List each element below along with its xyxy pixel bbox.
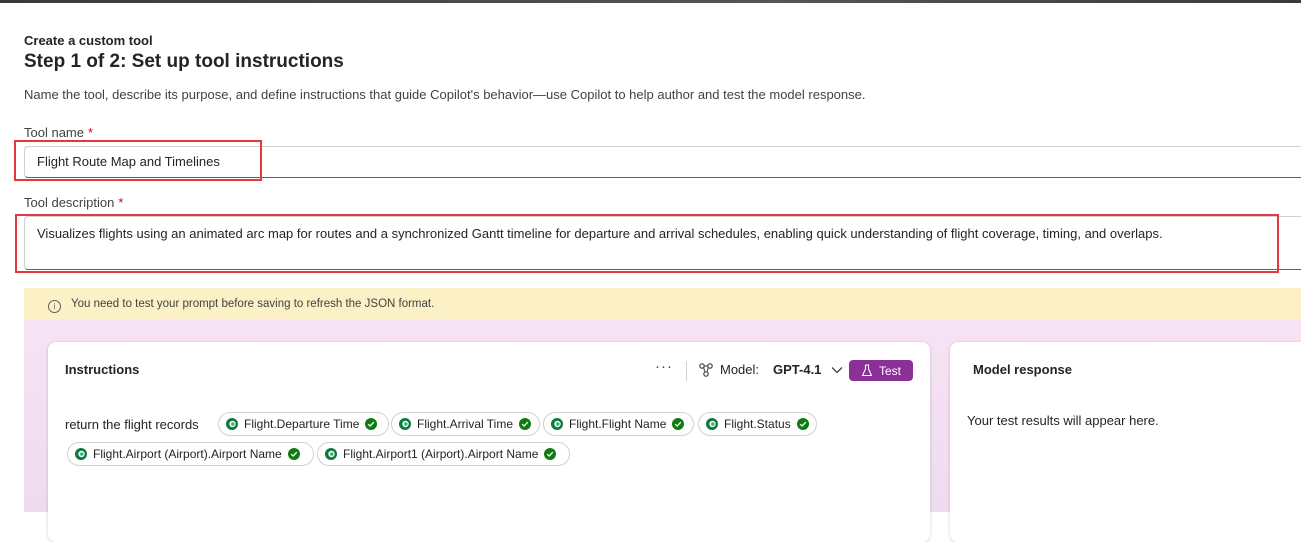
warning-banner: i You need to test your prompt before sav…	[24, 288, 1301, 320]
check-circle-icon	[796, 418, 809, 430]
instructions-title: Instructions	[65, 362, 140, 377]
tool-description-input[interactable]: Visualizes flights using an animated arc…	[24, 216, 1301, 270]
dataverse-icon	[325, 448, 337, 460]
model-response-card: Model response Your test results will ap…	[950, 342, 1301, 542]
model-label: Model:	[720, 362, 760, 377]
flask-icon	[861, 364, 873, 377]
check-circle-icon	[672, 418, 685, 430]
prompt-text[interactable]: return the flight records	[65, 417, 199, 432]
dataverse-icon	[399, 418, 411, 430]
model-response-title: Model response	[973, 362, 1072, 377]
instructions-card: Instructions ··· Model: GPT-4.1 Test ret…	[48, 342, 930, 542]
chip-flight-name[interactable]: Flight.Flight Name	[543, 412, 694, 436]
model-response-placeholder: Your test results will appear here.	[967, 413, 1159, 428]
tool-name-label: Tool name *	[24, 125, 94, 140]
page-subtitle: Create a custom tool	[24, 33, 153, 48]
model-select[interactable]: GPT-4.1	[773, 362, 821, 377]
dataverse-icon	[226, 418, 238, 430]
check-circle-icon	[365, 418, 378, 430]
required-mark: *	[118, 195, 124, 210]
page-description: Name the tool, describe its purpose, and…	[24, 87, 866, 102]
chip-departure-time[interactable]: Flight.Departure Time	[218, 412, 389, 436]
check-circle-icon	[287, 448, 300, 460]
tool-description-label: Tool description *	[24, 195, 124, 210]
required-mark: *	[87, 125, 94, 140]
model-icon[interactable]	[698, 362, 714, 378]
chip-arrival-time[interactable]: Flight.Arrival Time	[391, 412, 540, 436]
chevron-down-icon[interactable]	[830, 363, 844, 377]
top-strip	[0, 0, 1301, 3]
check-circle-icon	[519, 418, 532, 430]
toolbar-divider	[686, 361, 687, 381]
page-title: Step 1 of 2: Set up tool instructions	[24, 51, 344, 72]
dataverse-icon	[706, 418, 718, 430]
test-button[interactable]: Test	[849, 360, 913, 381]
check-circle-icon	[544, 448, 557, 460]
info-icon: i	[48, 300, 61, 313]
dataverse-icon	[551, 418, 563, 430]
chip-status[interactable]: Flight.Status	[698, 412, 817, 436]
chip-airport1-name[interactable]: Flight.Airport1 (Airport).Airport Name	[317, 442, 570, 466]
chip-airport-name[interactable]: Flight.Airport (Airport).Airport Name	[67, 442, 314, 466]
more-options-icon[interactable]: ···	[655, 358, 673, 375]
tool-name-input[interactable]: Flight Route Map and Timelines	[24, 146, 1301, 178]
dataverse-icon	[75, 448, 87, 460]
